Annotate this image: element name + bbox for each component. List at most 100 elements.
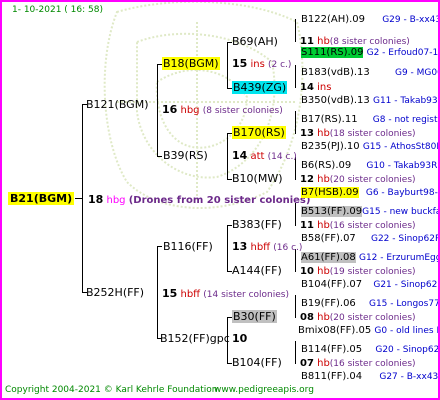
gen4-queen-12: B104(FF).07: [301, 279, 363, 290]
gen1-sire-note: (8 sister colonies): [202, 106, 283, 116]
gen1-dam-breed: hbff: [180, 289, 201, 300]
gen3-note-3: (18 sister colonies): [329, 129, 416, 139]
gen2-queen-1[interactable]: B18(BGM): [162, 57, 220, 70]
gen3-count-3: 13: [300, 128, 314, 139]
gen4-row-5[interactable]: B17(RS).11 G8 - not registe: [301, 113, 438, 127]
gen2-queen-3[interactable]: B116(FF): [163, 240, 213, 253]
gen4-row-13[interactable]: B19(FF).06 G15 - Longos77R: [301, 297, 440, 311]
gen2-queen-4[interactable]: B152(FF)gpc: [160, 332, 230, 345]
gen2-drones-2: 14 att (14 c.): [232, 149, 297, 164]
gen4-info-6: G15 - AthosSt80R: [362, 142, 440, 152]
gen3-count-2: 14: [300, 82, 314, 93]
gen4-info-1: G29 - B-xx43: [382, 15, 440, 25]
gen1-sire-drones: 16 hbg (8 sister colonies): [162, 103, 283, 118]
root-drones: 18 hbg (Drones from 20 sister colonies): [88, 193, 310, 207]
gen4-queen-16: B811(FF).04: [301, 371, 363, 382]
connector-gen1-upper: [157, 64, 158, 156]
gen3-breed-7: hb: [317, 312, 330, 323]
gen4-row-2[interactable]: S111(RS).09 G2 - Erfoud07-1Q: [301, 46, 438, 60]
gen4-row-7[interactable]: B6(RS).09 G10 - Takab93R: [301, 159, 437, 173]
connector-gen1-upper-b: [157, 156, 162, 157]
gen4-row-8[interactable]: B7(HSB).09 G6 - Bayburt98-3: [301, 186, 440, 200]
gen4-queen-7: B6(RS).09: [301, 160, 352, 171]
gen4-info-15: G20 - Sinop62R: [375, 345, 440, 355]
gen4-row-4[interactable]: B350(vdB).13 G11 - Takab93aR: [301, 94, 438, 108]
gen3-queen-4[interactable]: B10(MW): [232, 172, 283, 185]
gen3-count-5: 11: [300, 220, 314, 231]
gen3-drones-5: 11 hb(16 sister colonies): [300, 219, 416, 233]
root-breed: hbg: [106, 195, 126, 206]
gen4-row-14[interactable]: Bmix08(FF).05 G0 - old lines B: [298, 324, 438, 338]
gen3-note-7: (20 sister colonies): [329, 313, 416, 323]
gen4-queen-14: Bmix08(FF).05: [298, 325, 372, 336]
gen4-queen-2: S111(RS).09: [301, 47, 364, 58]
gen3-note-5: (16 sister colonies): [329, 221, 416, 231]
gen3-note-6: (19 sister colonies): [329, 267, 416, 277]
connector-gen1-lower-a: [157, 246, 162, 247]
connector-gen2-a: [227, 42, 228, 88]
gen3-queen-1[interactable]: B69(AH): [232, 35, 278, 48]
gen4-row-11[interactable]: A61(FF).08 G12 - ErzurumEgg8: [301, 251, 438, 265]
gen3-drones-6: 10 hb(19 sister colonies): [300, 265, 416, 279]
gen1-dam-note: (14 sister colonies): [203, 290, 289, 300]
gen1-dam-count: 15: [162, 287, 178, 300]
site-link[interactable]: www.pedigreeapis.org: [214, 385, 314, 395]
connector-gen2-b: [227, 133, 228, 179]
gen2-note-2: (14 c.): [267, 152, 297, 162]
gen3-queen-2[interactable]: B439(ZG): [232, 81, 288, 94]
gen3-queen-6[interactable]: A144(FF): [232, 264, 282, 277]
connector-gen1-lower: [157, 246, 158, 338]
gen4-queen-8: B7(HSB).09: [301, 187, 359, 198]
gen3-queen-8[interactable]: B104(FF): [232, 356, 282, 369]
gen4-info-12: G21 - Sinop62R: [373, 280, 440, 290]
gen2-note-3: (16 c.): [273, 243, 303, 253]
gen4-row-16[interactable]: B811(FF).04 G27 - B-xx43: [301, 370, 438, 384]
gen4-queen-3: B183(vdB).13: [301, 67, 370, 78]
root-queen[interactable]: B21(BGM): [8, 192, 75, 205]
gen3-queen-7[interactable]: B30(FF): [232, 310, 277, 323]
gen4-queen-5: B17(RS).11: [301, 114, 358, 125]
root-note: (Drones from 20 sister colonies): [128, 195, 311, 206]
gen3-drones-4: 12 hb(20 sister colonies): [300, 173, 416, 187]
gen3-breed-4: hb: [317, 174, 330, 185]
gen3-breed-5: hb: [317, 220, 330, 231]
gen3-drones-3: 13 hb(18 sister colonies): [300, 127, 416, 141]
gen4-row-9[interactable]: B513(FF).09G15 - new buckfas: [301, 205, 438, 219]
gen3-breed-6: hb: [317, 266, 330, 277]
root-count: 18: [88, 193, 104, 206]
gen2-drones-3: 13 hbff (16 c.): [232, 240, 302, 255]
gen1-dam-queen[interactable]: B252H(FF): [86, 286, 144, 299]
gen2-breed-2: att: [250, 151, 265, 162]
gen4-row-1[interactable]: B122(AH).09 G29 - B-xx43: [301, 13, 440, 27]
gen1-sire-count: 16: [162, 103, 178, 116]
gen2-breed-3: hbff: [250, 242, 271, 253]
gen3-queen-5[interactable]: B383(FF): [232, 218, 282, 231]
timestamp: 1- 10-2021 ( 16: 58): [12, 5, 103, 15]
gen4-queen-10: B58(FF).07: [301, 233, 356, 244]
gen4-queen-13: B19(FF).06: [301, 298, 356, 309]
gen4-info-10: G22 - Sinop62R: [370, 234, 440, 244]
gen2-count-3: 13: [232, 240, 248, 253]
gen4-queen-4: B350(vdB).13: [301, 95, 370, 106]
gen4-row-12[interactable]: B104(FF).07 G21 - Sinop62R: [301, 278, 440, 292]
gen4-row-3[interactable]: B183(vdB).13 G9 - MG00R: [301, 66, 438, 80]
connector-gen3-3: [295, 111, 296, 134]
connector-gen3-2: [295, 65, 296, 88]
gen3-drones-8: 07 hb(16 sister colonies): [300, 357, 416, 371]
gen1-dam-drones: 15 hbff (14 sister colonies): [162, 287, 289, 302]
connector-gen2-c: [227, 225, 228, 271]
gen1-sire-queen[interactable]: B121(BGM): [86, 98, 149, 111]
gen4-info-13: G15 - Longos77R: [368, 299, 440, 309]
connector-gen3-1: [295, 19, 296, 42]
connector-root-stem: [75, 198, 83, 199]
gen3-breed-8: hb: [317, 358, 330, 369]
gen2-queen-2[interactable]: B39(RS): [163, 149, 208, 162]
gen4-row-15[interactable]: B114(FF).05 G20 - Sinop62R: [301, 343, 440, 357]
gen4-info-8: G6 - Bayburt98-3: [365, 188, 440, 198]
gen4-row-10[interactable]: B58(FF).07 G22 - Sinop62R: [301, 232, 440, 246]
gen3-note-4: (20 sister colonies): [329, 175, 416, 185]
gen2-count-1: 15: [232, 57, 248, 70]
gen4-row-6[interactable]: B235(PJ).10 G15 - AthosSt80R: [301, 140, 440, 154]
gen3-queen-3[interactable]: B170(RS): [232, 126, 286, 139]
gen3-breed-3: hb: [317, 128, 330, 139]
